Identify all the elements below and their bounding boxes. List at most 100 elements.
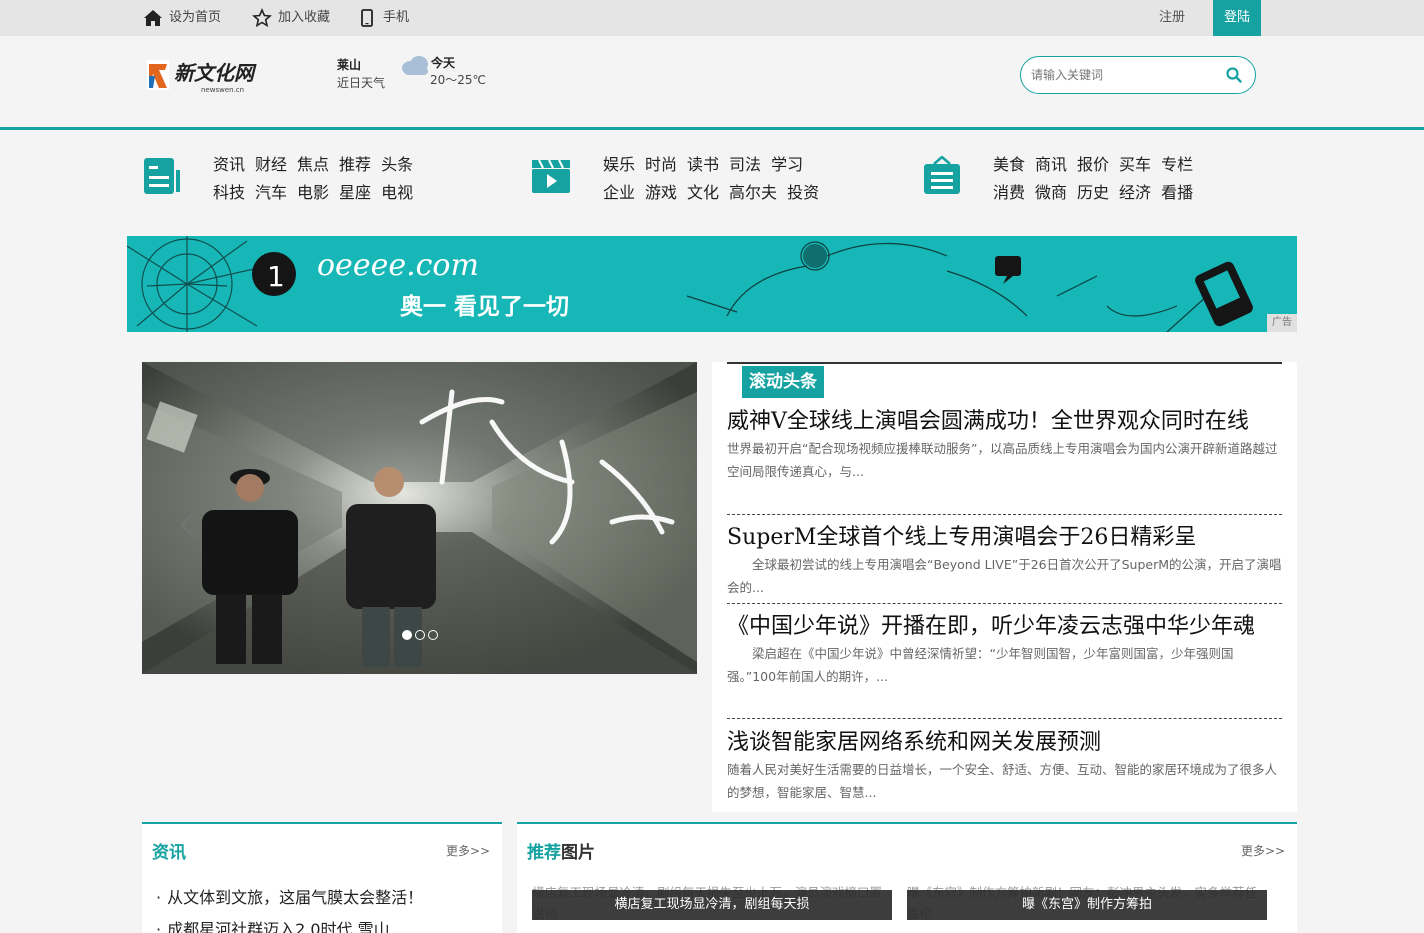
- nav-item[interactable]: 汽车: [255, 179, 287, 203]
- nav-item[interactable]: 看播: [1161, 179, 1193, 203]
- nav-row-1a: 资讯 财经 焦点 推荐 头条: [213, 151, 423, 175]
- search-box: [1020, 56, 1256, 94]
- home-icon: [144, 10, 162, 26]
- headline-item[interactable]: 《中国少年说》开播在即，听少年凌云志强中华少年魂 梁启超在《中国少年说》中曾经深…: [727, 613, 1282, 688]
- list-item[interactable]: 成都星河社群迈入2.0时代 雪山: [156, 914, 423, 933]
- slider-dot[interactable]: [428, 630, 438, 640]
- headline-item[interactable]: 威神V全球线上演唱会圆满成功！全世界观众同时在线 世界最初开启“配合现场视频应援…: [727, 408, 1282, 483]
- nav-item[interactable]: 时尚: [645, 151, 677, 175]
- svg-text:1: 1: [267, 260, 285, 293]
- nav-item[interactable]: 科技: [213, 179, 245, 203]
- nav-item[interactable]: 电影: [297, 179, 329, 203]
- news-list: 从文体到文旅，这届气膜太会整活！ 成都星河社群迈入2.0时代 雪山: [156, 882, 423, 933]
- nav-item[interactable]: 读书: [687, 151, 719, 175]
- weather-city: 莱山: [337, 58, 362, 72]
- headline-item[interactable]: 浅谈智能家居网络系统和网关发展预测 随着人民对美好生活需要的日益增长，一个安全、…: [727, 729, 1282, 804]
- headline-title[interactable]: 威神V全球线上演唱会圆满成功！全世界观众同时在线: [727, 408, 1282, 435]
- nav-item[interactable]: 司法: [729, 151, 761, 175]
- weather-today: 今天: [431, 56, 456, 70]
- site-header: 新文化网 newswen.cn 莱山 近日天气 今天 20～25℃: [0, 36, 1424, 130]
- slider-dots: [402, 630, 438, 640]
- nav-item[interactable]: 财经: [255, 151, 287, 175]
- nav-item[interactable]: 报价: [1077, 151, 1109, 175]
- nav-row-3b: 消费 微商 历史 经济 看播: [993, 179, 1203, 203]
- logo-sub: newswen.cn: [201, 86, 244, 94]
- phone-icon: [361, 9, 373, 27]
- nav-item[interactable]: 经济: [1119, 179, 1151, 203]
- pictures-more-link[interactable]: 更多>>: [1241, 842, 1285, 859]
- nav-item[interactable]: 学习: [771, 151, 803, 175]
- picture-card[interactable]: 曝《东宫》制作方筹拍新剧！网友：彭冲男主头发，实多举荐任嘉伦 曝《东宫》制作方筹…: [907, 882, 1267, 921]
- banner-art: 1: [127, 236, 1253, 332]
- logo-text: 新文化网: [174, 61, 257, 85]
- news-icon: [144, 158, 180, 194]
- headline-divider: [727, 718, 1282, 719]
- pictures-panel: 推荐图片 更多>> 横店复工现场显冷清，剧组每天损失至少上万，演员演戏摘口罩说词…: [517, 822, 1297, 933]
- picture-caption[interactable]: 曝《东宫》制作方筹拍: [907, 890, 1267, 920]
- weather-recent: 近日天气: [337, 76, 386, 90]
- news-more-link[interactable]: 更多>>: [446, 842, 490, 859]
- headline-divider: [727, 362, 1282, 364]
- nav-item[interactable]: 商讯: [1035, 151, 1067, 175]
- news-panel-title: 资讯: [152, 843, 186, 863]
- nav-item[interactable]: 美食: [993, 151, 1025, 175]
- nav-item[interactable]: 推荐: [339, 151, 371, 175]
- search-input[interactable]: [1031, 65, 1211, 85]
- nav-row-1b: 科技 汽车 电影 星座 电视: [213, 179, 423, 203]
- weather-temp: 20～25℃: [430, 73, 487, 87]
- nav-row-3a: 美食 商讯 报价 买车 专栏: [993, 151, 1203, 175]
- rolling-headlines: 滚动头条 威神V全球线上演唱会圆满成功！全世界观众同时在线 世界最初开启“配合现…: [712, 362, 1297, 812]
- banner-slogan: 奥一 看见了一切: [400, 294, 570, 320]
- add-favorite-link[interactable]: 加入收藏: [252, 0, 330, 36]
- slider-dot[interactable]: [402, 630, 412, 640]
- nav-item[interactable]: 头条: [381, 151, 413, 175]
- slider-dot[interactable]: [415, 630, 425, 640]
- nav-item[interactable]: 游戏: [645, 179, 677, 203]
- star-icon: [252, 8, 272, 28]
- hero-slider[interactable]: [142, 362, 697, 674]
- list-item[interactable]: 从文体到文旅，这届气膜太会整活！: [156, 882, 423, 914]
- headline-divider: [727, 514, 1282, 515]
- headline-divider: [727, 603, 1282, 604]
- nav-item[interactable]: 投资: [787, 179, 819, 203]
- clipboard-icon: [924, 156, 960, 194]
- ad-banner[interactable]: 1 oeeee.com 奥一 看见了一切 广告: [127, 236, 1297, 332]
- nav-item[interactable]: 消费: [993, 179, 1025, 203]
- nav-item[interactable]: 企业: [603, 179, 635, 203]
- nav-item[interactable]: 高尔夫: [729, 179, 777, 203]
- picture-caption[interactable]: 横店复工现场显冷清，剧组每天损: [532, 890, 892, 920]
- news-panel: 资讯 更多>> 从文体到文旅，这届气膜太会整活！ 成都星河社群迈入2.0时代 雪…: [142, 822, 502, 933]
- nav-item[interactable]: 资讯: [213, 151, 245, 175]
- prev-arrow-icon[interactable]: [178, 510, 198, 540]
- register-link[interactable]: 注册: [1159, 0, 1185, 36]
- nav-row-2b: 企业 游戏 文化 高尔夫 投资: [603, 179, 829, 203]
- set-home-label: 设为首页: [169, 10, 222, 25]
- mobile-label: 手机: [383, 10, 410, 25]
- top-bar: 设为首页 加入收藏 手机 注册 登陆: [0, 0, 1424, 36]
- nav-item[interactable]: 微商: [1035, 179, 1067, 203]
- nav-item[interactable]: 星座: [339, 179, 371, 203]
- headline-title[interactable]: 《中国少年说》开播在即，听少年凌云志强中华少年魂: [727, 613, 1282, 640]
- nav-item[interactable]: 电视: [381, 179, 413, 203]
- headline-desc: 全球最初尝试的线上专用演唱会“Beyond LIVE”于26日首次公开了Supe…: [727, 557, 1282, 595]
- nav-item[interactable]: 娱乐: [603, 151, 635, 175]
- search-icon[interactable]: [1225, 66, 1243, 84]
- slide-image: [142, 362, 697, 674]
- picture-card[interactable]: 横店复工现场显冷清，剧组每天损失至少上万，演员演戏摘口罩说词 横店复工现场显冷清…: [532, 882, 892, 921]
- cloud-icon: [402, 56, 428, 75]
- nav-item[interactable]: 专栏: [1161, 151, 1193, 175]
- headline-item[interactable]: SuperM全球首个线上专用演唱会于26日精彩呈 全球最初尝试的线上专用演唱会“…: [727, 524, 1282, 599]
- nav-item[interactable]: 文化: [687, 179, 719, 203]
- nav-item[interactable]: 历史: [1077, 179, 1109, 203]
- ad-label: 广告: [1267, 314, 1297, 332]
- logo-mark: 新文化网 newswen.cn: [147, 60, 257, 94]
- nav-item[interactable]: 买车: [1119, 151, 1151, 175]
- nav-row-2a: 娱乐 时尚 读书 司法 学习: [603, 151, 813, 175]
- headline-title[interactable]: 浅谈智能家居网络系统和网关发展预测: [727, 729, 1282, 756]
- site-logo[interactable]: 新文化网 newswen.cn: [145, 56, 263, 96]
- mobile-link[interactable]: 手机: [357, 0, 409, 36]
- set-home-link[interactable]: 设为首页: [143, 0, 221, 36]
- nav-item[interactable]: 焦点: [297, 151, 329, 175]
- headline-title[interactable]: SuperM全球首个线上专用演唱会于26日精彩呈: [727, 524, 1282, 551]
- login-button[interactable]: 登陆: [1213, 0, 1261, 36]
